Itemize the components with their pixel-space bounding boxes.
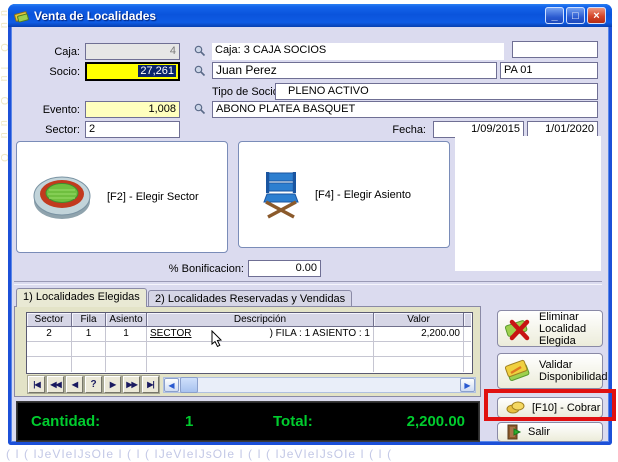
bonificacion-label: % Bonificacion: — [158, 261, 244, 277]
table-row-empty — [27, 357, 472, 372]
scrollbar-thumb[interactable] — [180, 377, 198, 393]
nav-fast-back-button[interactable]: ◀◀ — [47, 376, 64, 393]
evento-input[interactable]: 1,008 — [85, 101, 180, 118]
socio-code-field: PA 01 — [500, 62, 598, 79]
table-horizontal-scrollbar[interactable]: ◀ ▶ — [163, 377, 476, 393]
app-window: Venta de Localidades _ □ × Caja: 4 Caja:… — [8, 4, 612, 445]
cell-valor[interactable]: 2,200.00 — [374, 327, 464, 342]
app-ticket-icon — [14, 8, 30, 24]
elegir-sector-label: [F2] - Elegir Sector — [107, 191, 199, 203]
table-header-row: Sector Fila Asiento Descripción Valor — [27, 313, 472, 327]
fecha-label: Fecha: — [368, 122, 426, 138]
cell-asiento[interactable]: 1 — [106, 327, 147, 342]
descripcion-left: SECTOR — [150, 327, 192, 341]
col-header-valor[interactable]: Valor — [374, 313, 464, 327]
tab-localidades-reservadas[interactable]: 2) Localidades Reservadas y Vendidas — [148, 290, 352, 307]
chair-icon — [261, 171, 301, 219]
col-header-descripcion[interactable]: Descripción — [147, 313, 374, 327]
evento-desc-field: ABONO PLATEA BASQUET — [212, 101, 598, 118]
nav-next-button[interactable]: ▶ — [104, 376, 121, 393]
title-bar[interactable]: Venta de Localidades _ □ × — [8, 4, 612, 27]
table-row-empty — [27, 342, 472, 357]
cell-descripcion[interactable]: SECTOR ) FILA : 1 ASIENTO : 1 — [147, 327, 374, 342]
salir-label: Salir — [528, 426, 550, 438]
validar-disponibilidad-label: Validar Disponibilidad — [539, 359, 607, 383]
caja-search-icon[interactable] — [194, 45, 206, 57]
tab-localidades-elegidas[interactable]: 1) Localidades Elegidas — [16, 288, 147, 307]
socio-search-icon[interactable] — [194, 65, 206, 77]
elegir-sector-button[interactable]: [F2] - Elegir Sector — [16, 141, 228, 253]
record-navigator: |◀ ◀◀ ◀ ? ▶ ▶▶ ▶| — [28, 376, 159, 393]
evento-search-icon[interactable] — [194, 103, 206, 115]
col-header-asiento[interactable]: Asiento — [106, 313, 147, 327]
sector-label: Sector: — [28, 122, 80, 138]
totals-bar: Cantidad: 1 Total: 2,200.00 — [16, 401, 480, 442]
localidades-table[interactable]: Sector Fila Asiento Descripción Valor 2 … — [26, 312, 473, 374]
col-header-extra — [464, 313, 471, 327]
caja-info-label: Caja: 3 CAJA SOCIOS — [212, 43, 504, 60]
table-row[interactable]: 2 1 1 SECTOR ) FILA : 1 ASIENTO : 1 2,20… — [27, 327, 472, 342]
total-value: 2,200.00 — [407, 413, 465, 430]
delete-ticket-icon — [503, 315, 533, 343]
descripcion-right: ) FILA : 1 ASIENTO : 1 — [270, 327, 370, 341]
nav-last-button[interactable]: ▶| — [142, 376, 159, 393]
cantidad-value: 1 — [185, 413, 193, 430]
socio-selected-value: 27,261 — [138, 65, 176, 77]
sector-input[interactable]: 2 — [85, 121, 180, 138]
section-divider — [14, 281, 602, 285]
background-watermark-bottom: ( I ( IJeVIeIJsOIe I ( I ( IJeVIeIJsOIe … — [6, 447, 616, 461]
scroll-right-icon[interactable]: ▶ — [460, 378, 475, 392]
validate-ticket-icon — [503, 357, 533, 385]
desktop-background: uu O lu O uu O ( I ( IJeVIeIJsOIe I ( I … — [0, 0, 618, 462]
window-title: Venta de Localidades — [34, 9, 156, 23]
nav-refresh-button[interactable]: ? — [85, 376, 102, 393]
caja-extra-field[interactable] — [512, 41, 598, 58]
minimize-button[interactable]: _ — [545, 7, 564, 24]
col-header-fila[interactable]: Fila — [72, 313, 106, 327]
col-header-sector[interactable]: Sector — [27, 313, 72, 327]
total-label: Total: — [273, 413, 313, 430]
annotation-highlight — [484, 389, 616, 421]
eliminar-localidad-button[interactable]: Eliminar Localidad Elegida — [497, 310, 603, 347]
eliminar-localidad-label: Eliminar Localidad Elegida — [539, 311, 602, 347]
cell-fila[interactable]: 1 — [72, 327, 106, 342]
socio-input[interactable]: 27,261 — [85, 62, 180, 81]
mouse-cursor — [210, 330, 224, 348]
elegir-asiento-button[interactable]: [F4] - Elegir Asiento — [238, 141, 450, 248]
nav-prev-button[interactable]: ◀ — [66, 376, 83, 393]
socio-name-field: Juan Perez — [212, 62, 497, 79]
caja-input[interactable]: 4 — [85, 43, 180, 60]
cantidad-label: Cantidad: — [31, 413, 100, 430]
socio-label: Socio: — [28, 64, 80, 80]
nav-first-button[interactable]: |◀ — [28, 376, 45, 393]
maximize-button[interactable]: □ — [566, 7, 585, 24]
salir-button[interactable]: Salir — [497, 422, 603, 442]
close-button[interactable]: × — [587, 7, 606, 24]
elegir-asiento-label: [F4] - Elegir Asiento — [315, 189, 411, 201]
bonificacion-input[interactable]: 0.00 — [248, 260, 321, 277]
evento-label: Evento: — [28, 102, 80, 118]
exit-door-icon — [506, 424, 522, 440]
validar-disponibilidad-button[interactable]: Validar Disponibilidad — [497, 353, 603, 389]
cell-sector[interactable]: 2 — [27, 327, 72, 342]
scroll-left-icon[interactable]: ◀ — [164, 378, 179, 392]
nav-fast-fwd-button[interactable]: ▶▶ — [123, 376, 140, 393]
stadium-icon — [31, 171, 93, 223]
preview-panel — [455, 136, 601, 271]
tipo-socio-field: PLENO ACTIVO — [275, 83, 598, 100]
caja-label: Caja: — [28, 44, 80, 60]
